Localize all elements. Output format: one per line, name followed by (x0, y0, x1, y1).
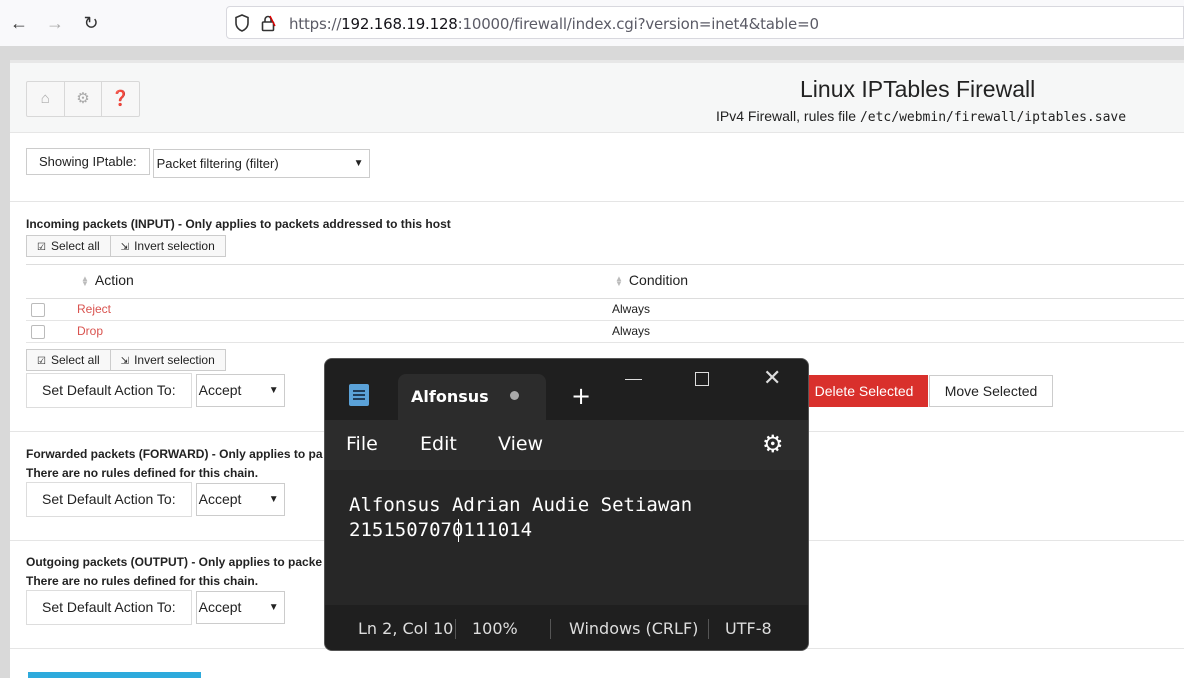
default-action-button[interactable]: Set Default Action To: (26, 373, 192, 408)
chevron-down-icon: ▼ (268, 602, 279, 613)
notepad-app-icon (349, 384, 369, 406)
forward-no-rules-text: There are no rules defined for this chai… (26, 466, 259, 480)
row-checkbox[interactable] (31, 303, 45, 317)
table-row: Reject Always (26, 299, 1184, 321)
forward-icon[interactable]: → (44, 12, 66, 34)
default-action-select[interactable]: Accept ▼ (195, 483, 285, 516)
editor-line-1: Alfonsus Adrian Audie Setiawan (349, 494, 693, 516)
text-caret (458, 519, 459, 542)
table-header: ▲ ▼ Action ▲ ▼ Condition (26, 265, 1184, 299)
unsaved-dot-icon[interactable] (510, 391, 519, 400)
new-tab-icon[interactable]: + (571, 381, 591, 411)
menu-file[interactable]: File (346, 433, 378, 455)
close-icon[interactable]: ✕ (763, 366, 781, 392)
reload-icon[interactable]: ↻ (80, 12, 102, 34)
delete-selected-button[interactable]: Delete Selected (800, 375, 928, 407)
select-all-button[interactable]: ☑ Select all (26, 235, 111, 257)
encoding[interactable]: UTF-8 (725, 619, 772, 638)
shield-icon[interactable] (234, 14, 250, 32)
invert-icon: ⇲ (120, 242, 130, 253)
column-header-condition[interactable]: ▲ ▼ Condition (615, 265, 688, 296)
output-chain-title: Outgoing packets (OUTPUT) - Only applies… (26, 555, 323, 569)
menu-edit[interactable]: Edit (420, 433, 457, 455)
sort-icon: ▲ ▼ (615, 274, 623, 289)
notepad-editor[interactable]: Alfonsus Adrian Audie Setiawan 215150707… (325, 470, 808, 605)
forward-chain-title: Forwarded packets (FORWARD) - Only appli… (26, 447, 323, 461)
chevron-down-icon: ▼ (353, 158, 364, 169)
row-checkbox[interactable] (31, 325, 45, 339)
rule-action-link[interactable]: Drop (77, 321, 103, 342)
invert-selection-button[interactable]: ⇲ Invert selection (110, 349, 226, 371)
gear-icon[interactable]: ⚙ (65, 82, 103, 116)
checkbox-icon: ☑ (37, 356, 46, 367)
page-gutter-top (0, 46, 1184, 60)
settings-gear-icon[interactable]: ⚙ (762, 430, 784, 458)
zoom-level[interactable]: 100% (472, 619, 518, 638)
default-action-button[interactable]: Set Default Action To: (26, 482, 192, 517)
default-action-select[interactable]: Accept ▼ (195, 374, 285, 407)
output-default-action-row: Set Default Action To: Accept ▼ (26, 590, 285, 625)
input-select-buttons-bottom: ☑ Select all ⇲ Invert selection (26, 349, 226, 371)
output-no-rules-text: There are no rules defined for this chai… (26, 574, 259, 588)
notepad-menubar: File Edit View ⚙ (325, 420, 808, 470)
notepad-statusbar: Ln 2, Col 10 100% Windows (CRLF) UTF-8 (325, 605, 808, 650)
rule-condition: Always (612, 302, 651, 316)
input-default-action-row: Set Default Action To: Accept ▼ (26, 373, 285, 408)
input-chain-title: Incoming packets (INPUT) - Only applies … (26, 217, 451, 231)
move-selected-button[interactable]: Move Selected (929, 375, 1053, 407)
table-row: Drop Always (26, 321, 1184, 343)
chevron-down-icon: ▼ (268, 385, 279, 396)
column-header-action[interactable]: ▲ ▼ Action (81, 265, 134, 296)
invert-selection-button[interactable]: ⇲ Invert selection (110, 235, 226, 257)
page-subtitle: IPv4 Firewall, rules file /etc/webmin/fi… (716, 108, 1127, 125)
sort-icon: ▲ ▼ (81, 274, 89, 289)
apply-configuration-button[interactable] (28, 672, 201, 678)
back-icon[interactable]: ← (8, 12, 30, 34)
chevron-down-icon: ▼ (268, 494, 279, 505)
page-title: Linux IPTables Firewall (800, 76, 1036, 102)
menu-view[interactable]: View (498, 433, 543, 455)
forward-default-action-row: Set Default Action To: Accept ▼ (26, 482, 285, 517)
rule-action-link[interactable]: Reject (77, 299, 111, 320)
minimize-icon[interactable] (625, 379, 642, 380)
input-select-buttons: ☑ Select all ⇲ Invert selection (26, 235, 226, 257)
header-icon-buttons: ⌂ ⚙ ❓ (26, 81, 140, 117)
divider (10, 201, 1184, 202)
table-select-row: Showing IPtable: Packet filtering (filte… (26, 148, 370, 178)
select-all-button[interactable]: ☑ Select all (26, 349, 111, 371)
module-header: ⌂ ⚙ ❓ Linux IPTables Firewall IPv4 Firew… (10, 60, 1184, 133)
status-divider (550, 619, 551, 639)
tab-title: Alfonsus A (411, 387, 491, 406)
lock-icon[interactable] (260, 14, 276, 32)
status-divider (708, 619, 709, 639)
address-bar[interactable]: https://192.168.19.128:10000/firewall/in… (226, 6, 1184, 39)
editor-line-2: 2151507070111014 (349, 519, 533, 541)
cursor-position: Ln 2, Col 10 (358, 619, 454, 638)
table-select-label: Showing IPtable: (26, 148, 150, 175)
checkbox-icon: ☑ (37, 242, 46, 253)
status-divider (455, 619, 456, 639)
invert-icon: ⇲ (120, 356, 130, 367)
notepad-window: Alfonsus A + ✕ File Edit View ⚙ Alfonsus… (324, 358, 809, 651)
default-action-select[interactable]: Accept ▼ (195, 591, 285, 624)
notepad-titlebar: Alfonsus A + ✕ (325, 359, 808, 420)
rule-condition: Always (612, 324, 651, 338)
maximize-icon[interactable] (695, 372, 709, 386)
input-rules-table: ▲ ▼ Action ▲ ▼ Condition Reject Always Drop … (26, 264, 1184, 343)
table-select[interactable]: Packet filtering (filter) ▼ (152, 149, 370, 178)
browser-toolbar: ← → ↻ https://192.168.19.128:10000/firew… (0, 0, 1184, 47)
help-icon[interactable]: ❓ (102, 82, 139, 116)
notepad-tab[interactable]: Alfonsus A (398, 374, 546, 420)
line-ending[interactable]: Windows (CRLF) (569, 619, 698, 638)
page-gutter-left (0, 60, 10, 678)
home-icon[interactable]: ⌂ (27, 82, 65, 116)
default-action-button[interactable]: Set Default Action To: (26, 590, 192, 625)
url-text: https://192.168.19.128:10000/firewall/in… (289, 15, 819, 33)
